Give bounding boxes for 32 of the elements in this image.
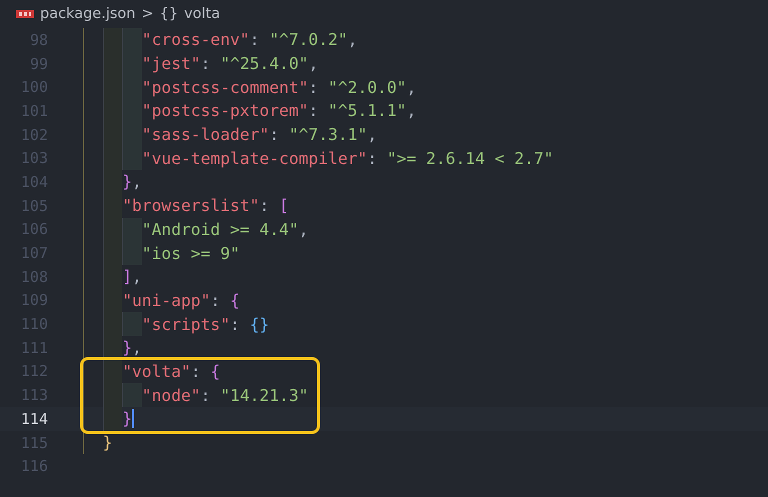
indent-guide	[122, 218, 142, 242]
code-line: ],	[122, 267, 142, 286]
indent-guide	[102, 28, 122, 52]
code-line: "uni-app": {	[122, 290, 240, 310]
indent-guide	[122, 28, 142, 52]
breadcrumb-separator: >	[141, 6, 154, 22]
code-line: "postcss-comment": "^2.0.0",	[142, 78, 416, 97]
code-line: "jest": "^25.4.0",	[142, 54, 318, 74]
text-cursor	[132, 409, 134, 428]
code-line: "vue-template-compiler": ">= 2.6.14 < 2.7"	[142, 148, 554, 168]
indent-guide	[122, 241, 142, 265]
code-line: "node": "14.21.3"	[142, 386, 308, 405]
breadcrumb-item[interactable]: volta	[184, 6, 220, 22]
code-line: "cross-env": "^7.0.2",	[142, 30, 358, 50]
indent-guide	[102, 360, 122, 384]
code-line: },	[122, 172, 142, 192]
indent-guide	[122, 146, 142, 170]
code-line: "browserslist": [	[122, 196, 289, 216]
code-line: }	[122, 409, 132, 428]
code-line: },	[122, 338, 142, 358]
code-line: "postcss-pxtorem": "^5.1.1",	[142, 101, 416, 120]
code-line: "Android >= 4.4",	[142, 220, 308, 239]
code-line: "scripts": {}	[142, 314, 270, 334]
code-line: "volta": {	[122, 362, 220, 381]
code-line: "ios >= 9"	[142, 244, 240, 263]
code-line: "sass-loader": "^7.3.1",	[142, 125, 378, 144]
symbol-icon: {}	[160, 6, 178, 22]
line-number: 114	[20, 410, 48, 428]
indent-guide	[122, 312, 142, 336]
breadcrumb-item[interactable]: package.json	[40, 6, 136, 22]
file-type-icon	[16, 10, 34, 18]
code-line: }	[102, 433, 112, 452]
